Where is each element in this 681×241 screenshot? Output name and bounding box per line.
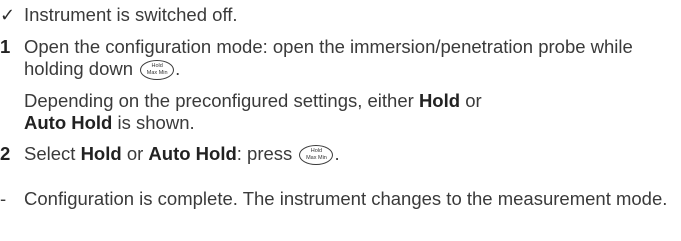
- key-label-hold: Hold: [151, 63, 163, 69]
- step-2-select: Select: [24, 143, 76, 164]
- hold-label: Hold: [80, 143, 122, 164]
- note-text: Depending on the preconfigured settings,…: [24, 90, 414, 111]
- step-2-press: : press: [236, 143, 293, 164]
- step-1-instruction: Open the configuration mode: open the im…: [24, 36, 633, 79]
- hold-label: Hold: [418, 90, 461, 111]
- key-label-max-min: Max Min: [306, 155, 327, 161]
- step-number: 2: [0, 143, 11, 164]
- hold-max-min-key-icon: Hold Max Min: [299, 145, 334, 165]
- step-2-text: Select Hold or Auto Hold: press Hold Max …: [24, 143, 675, 165]
- step-2-or: or: [126, 143, 144, 164]
- step-2-period: .: [334, 143, 340, 164]
- step-1-text: Open the configuration mode: open the im…: [24, 36, 675, 80]
- auto-hold-label: Auto Hold: [24, 112, 113, 133]
- step-1-period: .: [175, 58, 181, 79]
- note-or: or: [465, 90, 482, 111]
- prerequisite-text: Instrument is switched off.: [24, 4, 238, 25]
- key-label-hold: Hold: [310, 148, 323, 154]
- auto-hold-label: Auto Hold: [148, 143, 237, 164]
- check-icon: ✓: [0, 5, 16, 25]
- result-text: Configuration is complete. The instrumen…: [24, 188, 668, 209]
- step-1-note-text: Depending on the preconfigured settings,…: [24, 90, 675, 134]
- hold-max-min-key-icon: Hold Max Min: [140, 60, 175, 80]
- step-number: 1: [0, 36, 11, 57]
- dash-mark: -: [0, 188, 7, 209]
- key-label-max-min: Max Min: [146, 70, 168, 76]
- note-shown: is shown.: [117, 112, 195, 133]
